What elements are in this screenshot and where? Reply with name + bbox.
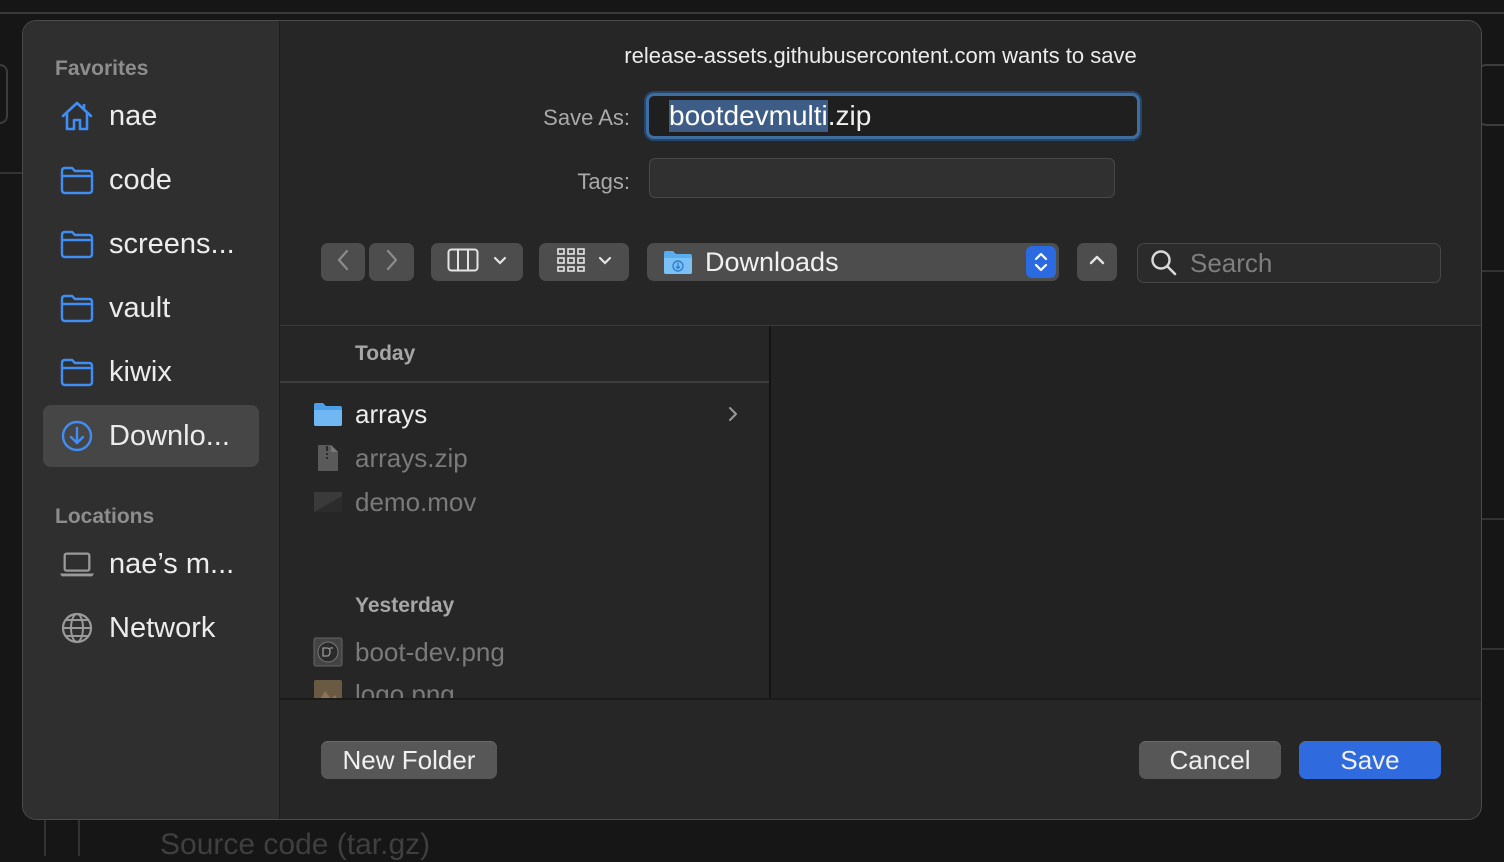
- favorites-header: Favorites: [55, 57, 149, 80]
- sidebar-item-nae[interactable]: nae: [43, 85, 259, 147]
- save-button[interactable]: Save: [1299, 741, 1441, 779]
- chevron-right-icon: [727, 404, 739, 429]
- file-row-boot-dev-png[interactable]: boot-dev.png: [280, 630, 769, 674]
- zip-file-icon: [313, 443, 343, 473]
- downloads-folder-icon: [663, 249, 693, 275]
- sidebar-item-downloads[interactable]: Downlo...: [43, 405, 259, 467]
- chevron-down-icon: [493, 253, 507, 271]
- group-by-button[interactable]: [539, 243, 629, 281]
- sidebar-item-label: Downlo...: [109, 419, 230, 452]
- file-name: arrays.zip: [355, 442, 468, 473]
- background-divider: [1482, 518, 1504, 520]
- home-icon: [59, 98, 95, 134]
- group-header-today: Today: [280, 326, 769, 382]
- save-dialog: Favorites nae code screens... vault kiwi…: [22, 20, 1482, 820]
- group-header-label: Yesterday: [355, 594, 455, 617]
- sidebar-item-label: nae’s m...: [109, 547, 235, 580]
- search-icon: [1150, 249, 1178, 277]
- back-button[interactable]: [321, 243, 365, 281]
- locations-header: Locations: [55, 505, 155, 528]
- globe-icon: [59, 610, 95, 646]
- file-name: arrays: [355, 398, 428, 429]
- background-button: [0, 64, 8, 124]
- sidebar-item-label: kiwix: [109, 355, 172, 388]
- sidebar-item-label: screens...: [109, 227, 235, 260]
- sidebar-item-label: Network: [109, 611, 216, 644]
- group-header-label: Today: [355, 342, 416, 365]
- new-folder-button[interactable]: New Folder: [321, 741, 497, 779]
- background-source-code-link: Source code (tar.gz): [160, 828, 431, 861]
- filename-extension: .zip: [827, 100, 872, 131]
- tags-field[interactable]: [649, 158, 1115, 198]
- background-divider: [0, 172, 22, 174]
- group-header-yesterday: Yesterday: [280, 578, 769, 634]
- folder-icon: [59, 354, 95, 390]
- sidebar-item-vault[interactable]: vault: [43, 277, 259, 339]
- tags-label: Tags:: [577, 169, 630, 194]
- group-divider: [280, 381, 769, 383]
- download-icon: [59, 418, 95, 454]
- laptop-icon: [59, 546, 95, 582]
- file-name: logo.png: [355, 678, 455, 699]
- save-as-label: Save As:: [543, 105, 630, 130]
- background-divider: [1482, 270, 1504, 272]
- forward-button[interactable]: [369, 243, 414, 281]
- file-name: boot-dev.png: [355, 636, 505, 667]
- image-file-icon: [313, 637, 343, 667]
- sidebar: Favorites nae code screens... vault kiwi…: [23, 21, 280, 819]
- background-divider: [78, 816, 80, 856]
- chevron-left-icon: [335, 248, 351, 277]
- chevron-up-icon: [1089, 253, 1105, 271]
- sidebar-item-network[interactable]: Network: [43, 597, 259, 659]
- sidebar-item-kiwix[interactable]: kiwix: [43, 341, 259, 403]
- updown-chevron-icon: [1026, 246, 1056, 278]
- preview-column: [771, 326, 1481, 698]
- file-name: demo.mov: [355, 486, 477, 517]
- location-popup[interactable]: Downloads: [647, 243, 1059, 281]
- folder-icon: [313, 399, 343, 429]
- view-mode-button[interactable]: [431, 243, 523, 281]
- folder-icon: [59, 290, 95, 326]
- background-divider: [0, 12, 1504, 14]
- sidebar-item-screenshots[interactable]: screens...: [43, 213, 259, 275]
- file-row-demo-mov[interactable]: demo.mov: [280, 480, 769, 524]
- dialog-title: release-assets.githubusercontent.com wan…: [624, 43, 1137, 68]
- file-row-logo-png[interactable]: logo.png: [280, 672, 769, 698]
- sidebar-item-label: nae: [109, 99, 158, 132]
- folder-icon: [59, 226, 95, 262]
- folder-icon: [59, 162, 95, 198]
- background-divider: [44, 816, 46, 856]
- filename-selection: bootdevmulti: [669, 100, 828, 132]
- location-label: Downloads: [705, 246, 839, 277]
- chevron-down-icon: [598, 253, 612, 271]
- footer-divider: [280, 698, 1481, 700]
- sidebar-item-macbook[interactable]: nae’s m...: [43, 533, 259, 595]
- save-as-field[interactable]: bootdevmulti .zip: [646, 93, 1140, 139]
- collapse-button[interactable]: [1077, 243, 1117, 281]
- search-field[interactable]: [1137, 243, 1441, 283]
- columns-view-icon: [447, 248, 479, 277]
- search-input[interactable]: [1188, 246, 1432, 280]
- sidebar-item-code[interactable]: code: [43, 149, 259, 211]
- main-panel: release-assets.githubusercontent.com wan…: [280, 21, 1481, 819]
- grid-icon: [556, 247, 586, 278]
- cancel-button[interactable]: Cancel: [1139, 741, 1281, 779]
- chevron-right-icon: [384, 248, 400, 277]
- sidebar-item-label: vault: [109, 291, 171, 324]
- background-divider: [1482, 648, 1504, 650]
- image-file-icon: [313, 679, 343, 698]
- file-column: Today arrays arrays.zip demo.mov Yesterd…: [280, 326, 771, 698]
- file-row-arrays-zip[interactable]: arrays.zip: [280, 436, 769, 480]
- video-file-icon: [313, 487, 343, 517]
- file-row-arrays[interactable]: arrays: [280, 392, 769, 436]
- sidebar-item-label: code: [109, 163, 172, 196]
